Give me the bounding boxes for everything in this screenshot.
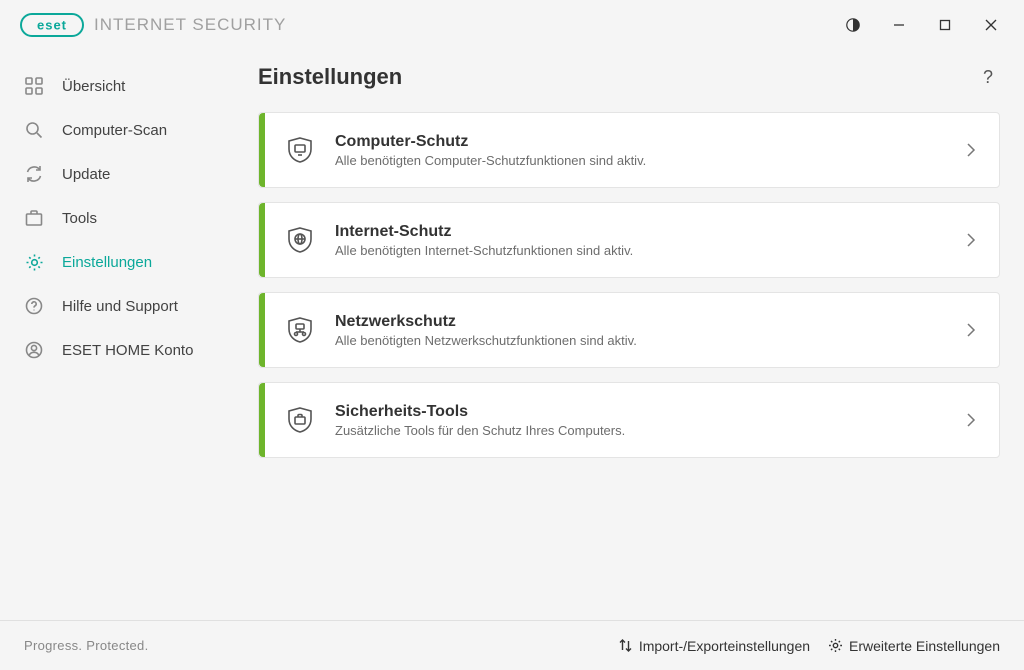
overview-icon	[24, 76, 44, 96]
page-title: Einstellungen	[258, 64, 402, 90]
advanced-settings-button[interactable]: Erweiterte Einstellungen	[828, 638, 1000, 654]
card-computer-protection[interactable]: Computer-Schutz Alle benötigten Computer…	[258, 112, 1000, 188]
sidebar-item-label: Einstellungen	[62, 254, 152, 271]
import-export-icon	[618, 638, 633, 653]
maximize-button[interactable]	[922, 5, 968, 45]
shield-network-icon	[265, 315, 335, 345]
import-export-button[interactable]: Import-/Exporteinstellungen	[618, 638, 810, 654]
footer-bar: Progress. Protected. Import-/Exporteinst…	[0, 620, 1024, 670]
sidebar-item-scan[interactable]: Computer-Scan	[0, 108, 230, 152]
sidebar-item-label: Tools	[62, 210, 97, 227]
title-bar: eset INTERNET SECURITY	[0, 0, 1024, 50]
card-subtitle: Alle benötigten Computer-Schutzfunktione…	[335, 153, 943, 168]
update-icon	[24, 164, 44, 184]
main-content: Einstellungen ? Computer-Schutz Alle ben…	[230, 50, 1024, 620]
account-icon	[24, 340, 44, 360]
minimize-button[interactable]	[876, 5, 922, 45]
chevron-right-icon	[943, 232, 999, 248]
briefcase-icon	[24, 208, 44, 228]
footer-link-label: Erweiterte Einstellungen	[849, 638, 1000, 654]
sidebar-item-tools[interactable]: Tools	[0, 196, 230, 240]
card-title: Sicherheits-Tools	[335, 403, 943, 421]
sidebar-item-label: Hilfe und Support	[62, 298, 178, 315]
sidebar-item-label: Übersicht	[62, 78, 125, 95]
chevron-right-icon	[943, 322, 999, 338]
settings-card-list: Computer-Schutz Alle benötigten Computer…	[258, 112, 1000, 458]
sidebar-item-account[interactable]: ESET HOME Konto	[0, 328, 230, 372]
sidebar-item-label: Computer-Scan	[62, 122, 167, 139]
sidebar-item-update[interactable]: Update	[0, 152, 230, 196]
footer-link-label: Import-/Exporteinstellungen	[639, 638, 810, 654]
chevron-right-icon	[943, 412, 999, 428]
theme-toggle-button[interactable]	[830, 5, 876, 45]
card-security-tools[interactable]: Sicherheits-Tools Zusätzliche Tools für …	[258, 382, 1000, 458]
card-subtitle: Zusätzliche Tools für den Schutz Ihres C…	[335, 423, 943, 438]
help-icon	[24, 296, 44, 316]
shield-globe-icon	[265, 225, 335, 255]
card-network-protection[interactable]: Netzwerkschutz Alle benötigten Netzwerks…	[258, 292, 1000, 368]
close-button[interactable]	[968, 5, 1014, 45]
card-subtitle: Alle benötigten Netzwerkschutzfunktionen…	[335, 333, 943, 348]
search-icon	[24, 120, 44, 140]
svg-text:eset: eset	[37, 18, 67, 33]
gear-icon	[24, 252, 44, 272]
window-controls	[830, 5, 1014, 45]
sidebar-item-label: Update	[62, 166, 110, 183]
sidebar-item-help[interactable]: Hilfe und Support	[0, 284, 230, 328]
eset-logo-icon: eset	[20, 13, 84, 37]
help-button[interactable]: ?	[976, 65, 1000, 89]
tagline: Progress. Protected.	[24, 638, 149, 653]
shield-monitor-icon	[265, 135, 335, 165]
gear-icon	[828, 638, 843, 653]
product-name: INTERNET SECURITY	[94, 15, 286, 35]
card-title: Internet-Schutz	[335, 223, 943, 241]
card-title: Netzwerkschutz	[335, 313, 943, 331]
card-title: Computer-Schutz	[335, 133, 943, 151]
sidebar-item-label: ESET HOME Konto	[62, 342, 193, 359]
sidebar-item-settings[interactable]: Einstellungen	[0, 240, 230, 284]
shield-tools-icon	[265, 405, 335, 435]
chevron-right-icon	[943, 142, 999, 158]
card-subtitle: Alle benötigten Internet-Schutzfunktione…	[335, 243, 943, 258]
brand: eset INTERNET SECURITY	[20, 13, 286, 37]
sidebar-item-overview[interactable]: Übersicht	[0, 64, 230, 108]
card-internet-protection[interactable]: Internet-Schutz Alle benötigten Internet…	[258, 202, 1000, 278]
sidebar: Übersicht Computer-Scan Update Tools Ein…	[0, 50, 230, 620]
